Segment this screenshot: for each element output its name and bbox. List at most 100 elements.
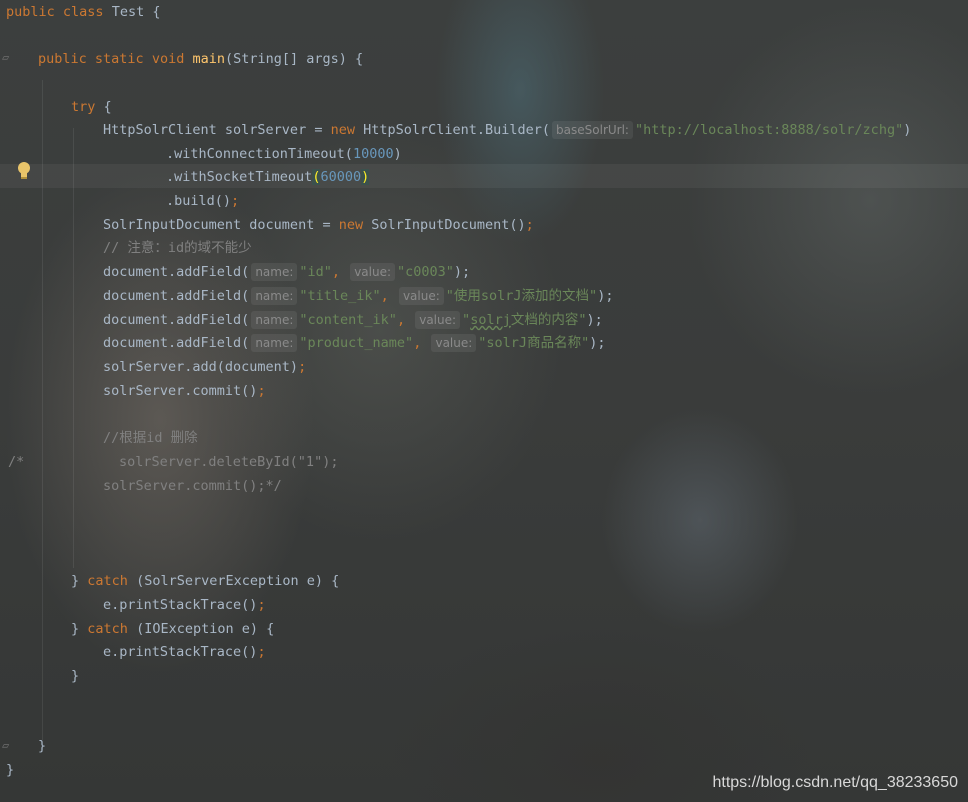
code-line-25: } catch (SolrServerException e) { xyxy=(71,569,339,593)
code-line-32: } xyxy=(38,738,47,754)
code-text: .withConnectionTimeout( xyxy=(166,146,353,162)
keyword: catch xyxy=(87,573,128,589)
paren: ); xyxy=(453,264,471,280)
keyword: public xyxy=(6,4,55,20)
keyword: public xyxy=(38,51,87,67)
brace: { xyxy=(103,99,112,115)
keyword: new xyxy=(330,122,355,138)
code-line-21: solrServer.commit();*/ xyxy=(103,478,282,494)
code-text: document.addField( xyxy=(103,264,250,280)
parameter-hint: name: xyxy=(251,311,298,329)
code-text: SolrInputDocument() xyxy=(371,217,526,233)
parameter-hint: name: xyxy=(251,287,298,305)
code-text: (SolrServerException e) { xyxy=(136,573,340,589)
code-line-33: } xyxy=(6,762,15,778)
string-literal: "content_ik" xyxy=(299,312,397,328)
keyword: try xyxy=(71,99,96,115)
comma: , xyxy=(331,264,341,280)
keyword: class xyxy=(62,4,104,20)
code-line-20: solrServer.deleteById("1"); xyxy=(119,454,339,470)
brace: } xyxy=(71,621,80,637)
comma: , xyxy=(396,312,406,328)
comma: , xyxy=(380,288,389,304)
code-text: HttpSolrClient solrServer = xyxy=(103,122,331,138)
code-text: HttpSolrClient.Builder( xyxy=(363,122,551,138)
paren: ); xyxy=(589,335,606,351)
code-line-7: .withConnectionTimeout(10000) xyxy=(166,142,402,166)
code-text: document.addField( xyxy=(103,288,250,304)
code-line-20-comment-start: /* xyxy=(8,454,25,470)
brace: } xyxy=(71,573,80,589)
semicolon: ; xyxy=(257,383,266,399)
code-line-15: document.addField(name: "product_name", v… xyxy=(103,331,605,355)
semicolon: ; xyxy=(257,644,266,660)
keyword: static xyxy=(94,51,144,67)
parameter-hint: value: xyxy=(431,334,477,352)
code-text: solrServer.add(document) xyxy=(103,359,299,375)
keyword: catch xyxy=(87,621,128,637)
code-line-5: try { xyxy=(71,95,112,119)
code-text: e.printStackTrace() xyxy=(103,644,258,660)
code-line-13: document.addField(name: "title_ik", value… xyxy=(103,284,613,308)
code-text: .withSocketTimeout xyxy=(166,169,313,185)
paren: ) xyxy=(393,146,402,162)
keyword: new xyxy=(338,217,364,233)
code-text: (IOException e) { xyxy=(136,621,275,637)
code-line-3: public static void main(String[] args) { xyxy=(38,47,363,71)
paren: ) xyxy=(903,122,912,138)
parameter-hint: baseSolrUrl: xyxy=(552,121,633,139)
code-line-8: .withSocketTimeout(60000) xyxy=(166,165,370,189)
string-literal: "title_ik" xyxy=(299,288,381,304)
parameter-hint: value: xyxy=(350,263,396,281)
keyword: void xyxy=(151,51,185,67)
parameter-hint: value: xyxy=(398,287,444,305)
string-literal: "product_name" xyxy=(299,335,414,351)
method-name: main xyxy=(192,51,226,67)
paren: ); xyxy=(586,312,603,328)
number-literal: 10000 xyxy=(352,146,394,162)
semicolon: ; xyxy=(257,597,266,613)
code-line-26: e.printStackTrace(); xyxy=(103,593,266,617)
semicolon: ; xyxy=(525,217,534,233)
code-line-16: solrServer.add(document); xyxy=(103,355,306,379)
code-line-11: // 注意：id的域不能少 xyxy=(103,240,252,256)
string-literal: 文档的内容" xyxy=(510,312,587,328)
code-line-27: } catch (IOException e) { xyxy=(71,617,274,641)
method-params: (String[] args) { xyxy=(225,51,364,67)
string-literal: " xyxy=(462,312,471,328)
typo-squiggle: solrj xyxy=(470,312,511,328)
string-literal: "http://localhost:8888/solr/zchg" xyxy=(634,122,904,138)
string-literal: "c0003" xyxy=(397,264,454,280)
parameter-hint: name: xyxy=(251,334,298,352)
parameter-hint: value: xyxy=(415,311,461,329)
brace: { xyxy=(152,4,161,20)
code-text: e.printStackTrace() xyxy=(103,597,258,613)
code-text: .build() xyxy=(166,193,232,209)
matched-paren: ) xyxy=(361,169,370,185)
code-line-14: document.addField(name: "content_ik", val… xyxy=(103,308,603,332)
string-literal: "使用solrJ添加的文档" xyxy=(445,288,598,304)
code-line-10: SolrInputDocument document = new SolrInp… xyxy=(103,213,534,237)
string-literal: "id" xyxy=(299,264,332,280)
code-line-29: } xyxy=(71,668,80,684)
code-line-17: solrServer.commit(); xyxy=(103,379,266,403)
paren: ); xyxy=(597,288,614,304)
code-line-28: e.printStackTrace(); xyxy=(103,640,266,664)
code-line-1: public class Test { xyxy=(6,0,161,24)
code-area[interactable]: public class Test { public static void m… xyxy=(0,0,968,802)
number-literal: 60000 xyxy=(320,169,362,185)
code-text: SolrInputDocument document = xyxy=(103,217,339,233)
class-name: Test xyxy=(111,4,145,20)
watermark: https://blog.csdn.net/qq_38233650 xyxy=(712,774,958,791)
code-text: document.addField( xyxy=(103,335,250,351)
comma: , xyxy=(413,335,422,351)
parameter-hint: name: xyxy=(251,263,298,281)
code-text: solrServer.commit() xyxy=(103,383,258,399)
string-literal: "solrJ商品名称" xyxy=(478,335,590,351)
code-line-12: document.addField(name: "id", value: "c000… xyxy=(103,260,470,284)
code-text: document.addField( xyxy=(103,312,250,328)
semicolon: ; xyxy=(298,359,307,375)
semicolon: ; xyxy=(231,193,240,209)
code-line-9: .build(); xyxy=(166,189,239,213)
code-line-6: HttpSolrClient solrServer = new HttpSolr… xyxy=(103,118,911,142)
